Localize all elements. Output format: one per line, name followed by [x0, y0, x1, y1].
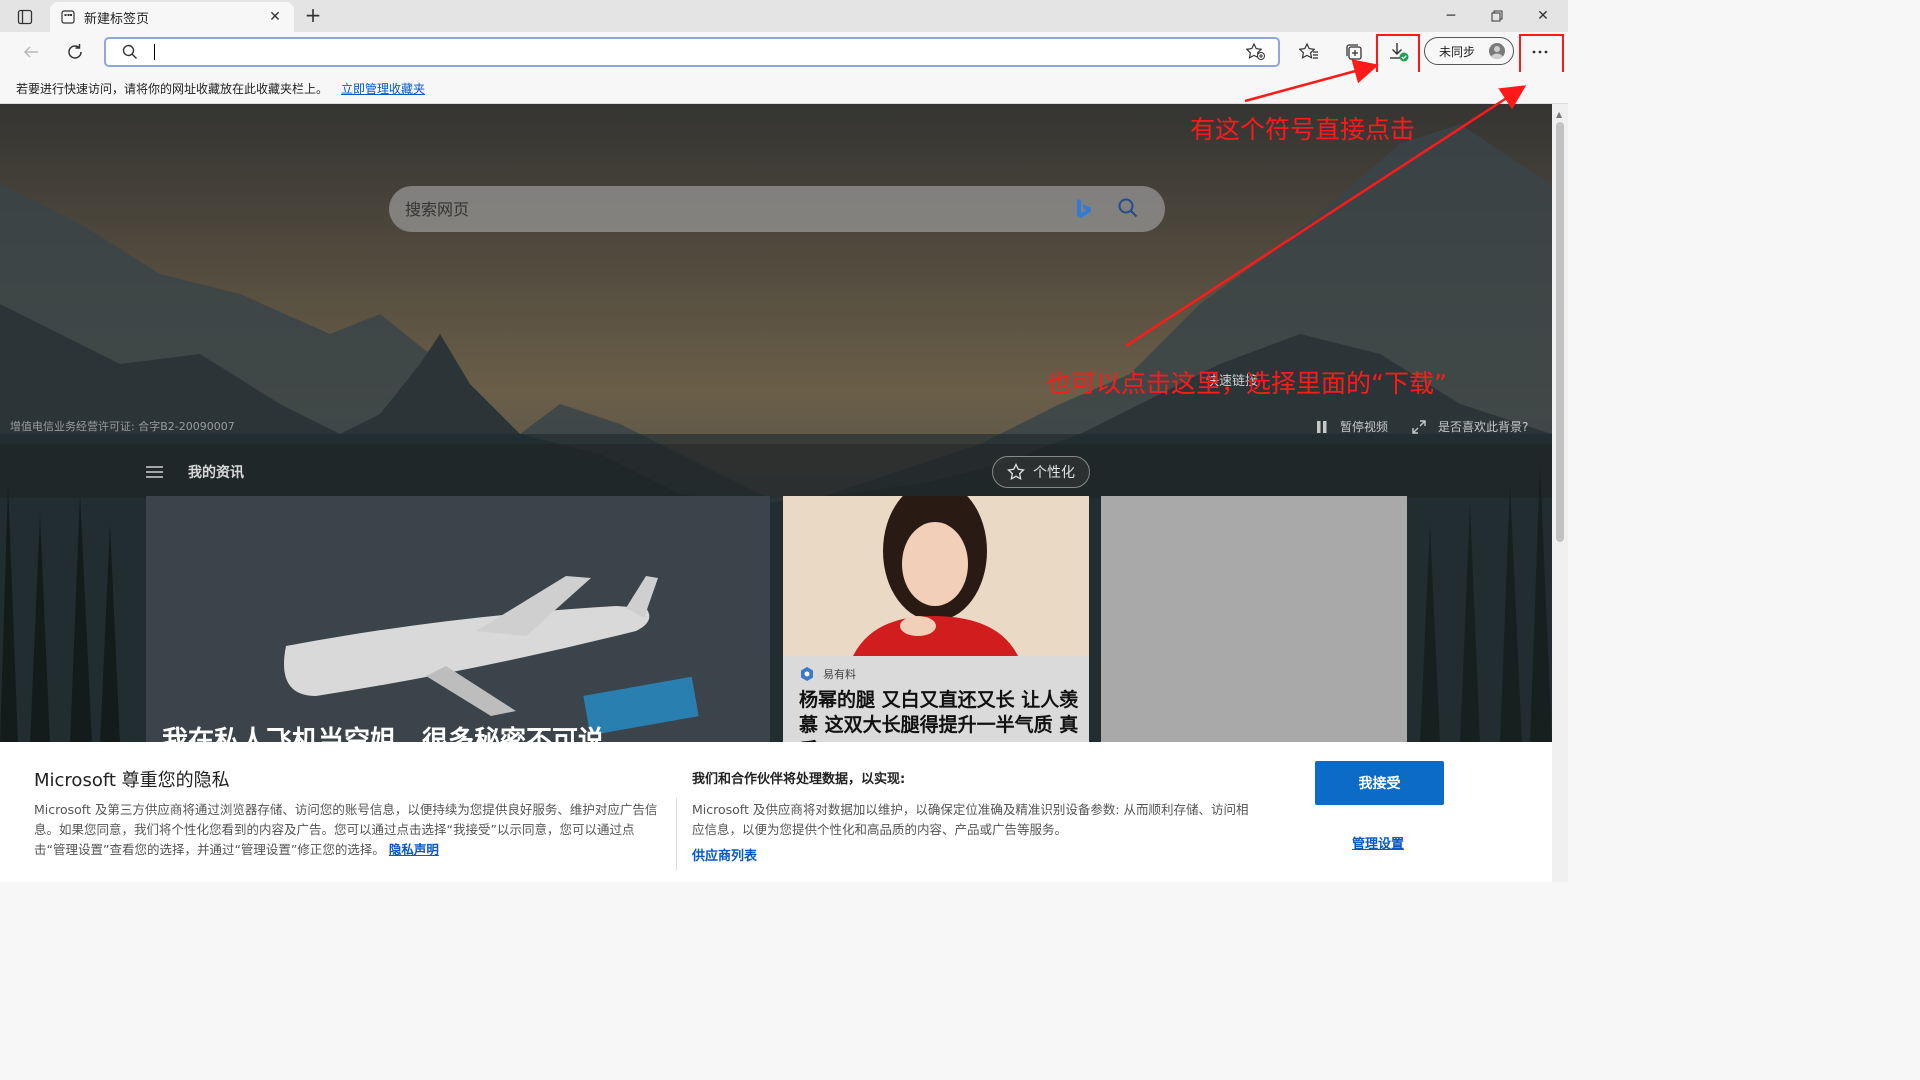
web-search-input[interactable]	[405, 198, 1065, 220]
news-source-label: 易有料	[823, 668, 856, 681]
favorites-icon[interactable]	[1294, 37, 1324, 67]
plus-icon[interactable]: +	[302, 3, 324, 27]
favorites-bar: 若要进行快速访问，请将你的网址收藏放在此收藏夹栏上。 立即管理收藏夹	[0, 72, 1568, 104]
close-icon[interactable]: ✕	[266, 8, 284, 26]
celebrity-news-text: 易有料 杨幂的腿 又白又直还又长 让人羡慕 这双大长腿得提升一半气质 真后	[783, 656, 1089, 746]
news-card-placeholder[interactable]	[1101, 496, 1407, 746]
accept-button[interactable]: 我接受	[1315, 761, 1444, 805]
manage-settings-link[interactable]: 管理设置	[1352, 833, 1404, 852]
window-close-icon[interactable]: ✕	[1520, 0, 1566, 32]
web-search-box[interactable]	[389, 186, 1165, 232]
scroll-up-icon[interactable]: ▲	[1556, 110, 1562, 119]
profile-sync-button[interactable]: 未同步	[1424, 37, 1514, 65]
annotation-download: 有这个符号直接点击	[1190, 115, 1416, 144]
news-source: 易有料	[799, 666, 856, 682]
partners-title: 我们和合作伙伴将处理数据，以实现:	[692, 772, 906, 787]
tab-actions-icon	[17, 9, 33, 25]
vendor-list-link[interactable]: 供应商列表	[692, 845, 757, 864]
privacy-body-text: Microsoft 及第三方供应商将通过浏览器存储、访问您的账号信息，以便持续为…	[34, 802, 658, 857]
pause-video-label: 暂停视频	[1340, 420, 1389, 434]
manage-favorites-link[interactable]: 立即管理收藏夹	[341, 80, 425, 97]
privacy-statement-link[interactable]: 隐私声明	[389, 842, 439, 857]
minimize-icon[interactable]: ─	[1428, 0, 1474, 32]
my-news-label[interactable]: 我的资讯	[188, 462, 244, 482]
vertical-scrollbar[interactable]: ▲	[1552, 104, 1568, 882]
back-icon[interactable]	[16, 37, 46, 67]
title-bar: 新建标签页 ✕ + ─ ✕	[0, 0, 1568, 32]
source-logo-icon	[801, 667, 813, 681]
text-caret	[154, 44, 155, 60]
navigation-bar: 未同步	[0, 32, 1568, 72]
celebrity-photo	[783, 496, 1089, 656]
celebrity-news-headline[interactable]: 杨幂的腿 又白又直还又长 让人羡慕 这双大长腿得提升一半气质 真后	[799, 688, 1079, 746]
tab-new-tab[interactable]: 新建标签页 ✕	[50, 2, 294, 32]
scrollbar-thumb[interactable]	[1556, 122, 1564, 542]
bing-icon[interactable]	[1075, 198, 1091, 220]
news-card-celebrity[interactable]: 易有料 杨幂的腿 又白又直还又长 让人羡慕 这双大长腿得提升一半气质 真后	[783, 496, 1089, 746]
news-card-main[interactable]: 我在私人飞机当空姐，很多秘密不可说	[146, 496, 770, 746]
menu-icon[interactable]	[146, 466, 163, 478]
privacy-title: Microsoft 尊重您的隐私	[34, 770, 230, 791]
favorites-bar-message: 若要进行快速访问，请将你的网址收藏放在此收藏夹栏上。	[16, 82, 329, 96]
personalize-icon	[1007, 463, 1025, 481]
expand-icon	[1412, 419, 1426, 434]
tab-actions-button[interactable]	[10, 6, 40, 28]
address-input[interactable]	[150, 42, 1230, 62]
personalize-button[interactable]: 个性化	[992, 456, 1090, 488]
collections-icon[interactable]	[1339, 37, 1369, 67]
tab-title: 新建标签页	[84, 11, 150, 27]
add-favorite-icon[interactable]	[1246, 43, 1266, 61]
airplane-image	[146, 496, 770, 746]
search-icon[interactable]	[1117, 197, 1139, 219]
personalize-label: 个性化	[1033, 465, 1075, 481]
sync-label: 未同步	[1439, 44, 1476, 59]
restore-icon[interactable]	[1474, 0, 1520, 32]
search-icon	[122, 44, 137, 59]
privacy-body: Microsoft 及第三方供应商将通过浏览器存储、访问您的账号信息，以便持续为…	[34, 800, 658, 860]
address-bar[interactable]	[104, 37, 1280, 67]
like-background-button[interactable]: 是否喜欢此背景?	[1412, 418, 1528, 435]
news-header: 我的资讯 个性化	[0, 444, 1552, 498]
pause-video-button[interactable]: 暂停视频	[1316, 418, 1388, 435]
annotation-more-menu: 也可以点击这里，选择里面的“下载”	[1046, 369, 1447, 398]
privacy-divider	[676, 798, 677, 870]
privacy-banner: Microsoft 尊重您的隐私 Microsoft 及第三方供应商将通过浏览器…	[0, 742, 1552, 882]
refresh-icon[interactable]	[60, 37, 90, 67]
browser-window: 新建标签页 ✕ + ─ ✕ 未同步 若要进行快速访问，请将你的网址收藏放在此收藏…	[0, 0, 1568, 882]
newtab-page-icon	[60, 9, 76, 25]
profile-icon	[1489, 43, 1505, 59]
like-background-label: 是否喜欢此背景?	[1438, 420, 1529, 434]
license-text: 增值电信业务经营许可证: 合字B2-20090007	[10, 420, 235, 433]
pause-icon	[1317, 420, 1327, 433]
partners-body: Microsoft 及供应商将对数据加以维护，以确保定位准确及精准识别设备参数:…	[692, 802, 1249, 837]
